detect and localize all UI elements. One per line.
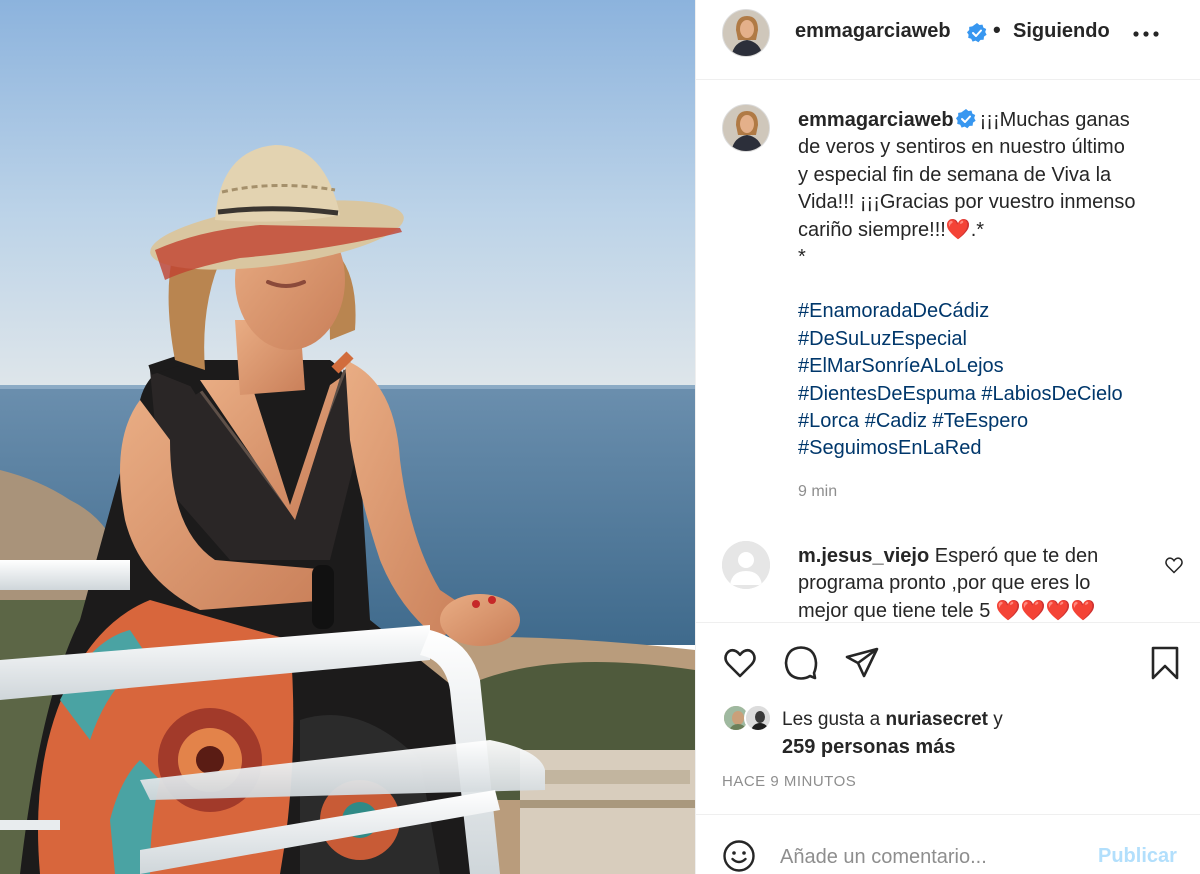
comment-item: m.jesus_viejo Esperó que te den programa…	[798, 543, 1138, 621]
caption-line: de veros y sentiros en nuestro último	[798, 136, 1125, 159]
likes-summary: Les gusta a nuriasecret y	[782, 709, 1003, 731]
hashtag-link[interactable]: #EnamoradaDeCádiz	[798, 298, 1178, 325]
caption-line: *	[798, 246, 806, 269]
hashtag-link[interactable]: #SeguimosEnLaRed	[798, 435, 1178, 462]
caption-line: y especial fin de semana de Viva la	[798, 163, 1112, 186]
hashtag-list: #EnamoradaDeCádiz #DeSuLuzEspecial #ElMa…	[798, 298, 1178, 462]
author-avatar[interactable]	[722, 9, 770, 57]
post-photo-illustration	[0, 0, 695, 874]
verified-badge-icon	[955, 109, 976, 129]
verified-badge-icon	[967, 23, 987, 43]
comment-composer: Publicar	[696, 814, 1200, 874]
caption-line: cariño siempre!!!❤️.*	[798, 218, 985, 241]
likes-count-button[interactable]: 259 personas más	[782, 736, 955, 759]
author-username[interactable]: emmagarciaweb	[795, 20, 951, 43]
caption-username[interactable]: emmagarciaweb	[798, 109, 954, 131]
bookmark-icon[interactable]	[1147, 645, 1183, 681]
post-actions: Les gusta a nuriasecret y 259 personas m…	[696, 622, 1200, 814]
caption-line: ¡¡¡Muchas ganas	[979, 109, 1130, 131]
default-user-icon	[722, 541, 770, 589]
comment-input[interactable]	[780, 843, 1080, 871]
caption-line: Vida!!! ¡¡¡Gracias por vuestro inmenso	[798, 191, 1136, 214]
avatar-illustration	[723, 105, 769, 151]
post-photo[interactable]	[0, 0, 695, 874]
post-side-panel: emmagarciaweb • Siguiendo emmagarciaweb	[695, 0, 1200, 874]
comments-section[interactable]: emmagarciaweb ¡¡¡Muchas ganas de veros y…	[696, 81, 1200, 621]
following-button[interactable]: Siguiendo	[1013, 20, 1110, 43]
hashtag-link[interactable]: #DeSuLuzEspecial	[798, 326, 1178, 353]
avatar-illustration	[723, 10, 769, 56]
caption-time[interactable]: 9 min	[798, 483, 837, 501]
avatar-illustration	[746, 706, 770, 730]
heart-icon[interactable]	[722, 645, 758, 681]
post-header: emmagarciaweb • Siguiendo	[696, 0, 1200, 80]
commenter-username[interactable]: m.jesus_viejo	[798, 545, 929, 567]
post-caption: emmagarciaweb ¡¡¡Muchas ganas de veros y…	[798, 107, 1178, 463]
publish-button[interactable]: Publicar	[1098, 845, 1177, 868]
hashtag-link[interactable]: #Lorca #Cadiz #TeEspero	[798, 408, 1178, 435]
caption-author-avatar[interactable]	[722, 104, 770, 152]
comment-bubble-icon[interactable]	[783, 645, 819, 681]
more-dots-icon[interactable]	[1130, 20, 1162, 44]
post-timestamp[interactable]: HACE 9 MINUTOS	[722, 773, 856, 790]
hashtag-link[interactable]: #DientesDeEspuma #LabiosDeCielo	[798, 381, 1178, 408]
likes-prefix: Les gusta a	[782, 709, 881, 730]
emoji-smile-icon[interactable]	[722, 839, 756, 873]
header-separator: •	[993, 17, 1001, 42]
commenter-avatar[interactable]	[722, 541, 770, 589]
likes-suffix: y	[993, 709, 1003, 730]
liker-avatar[interactable]	[744, 704, 772, 732]
heart-icon[interactable]	[1164, 555, 1184, 575]
hashtag-link[interactable]: #ElMarSonríeALoLejos	[798, 353, 1178, 380]
paper-plane-icon[interactable]	[844, 645, 880, 681]
likes-user-link[interactable]: nuriasecret	[886, 709, 988, 730]
